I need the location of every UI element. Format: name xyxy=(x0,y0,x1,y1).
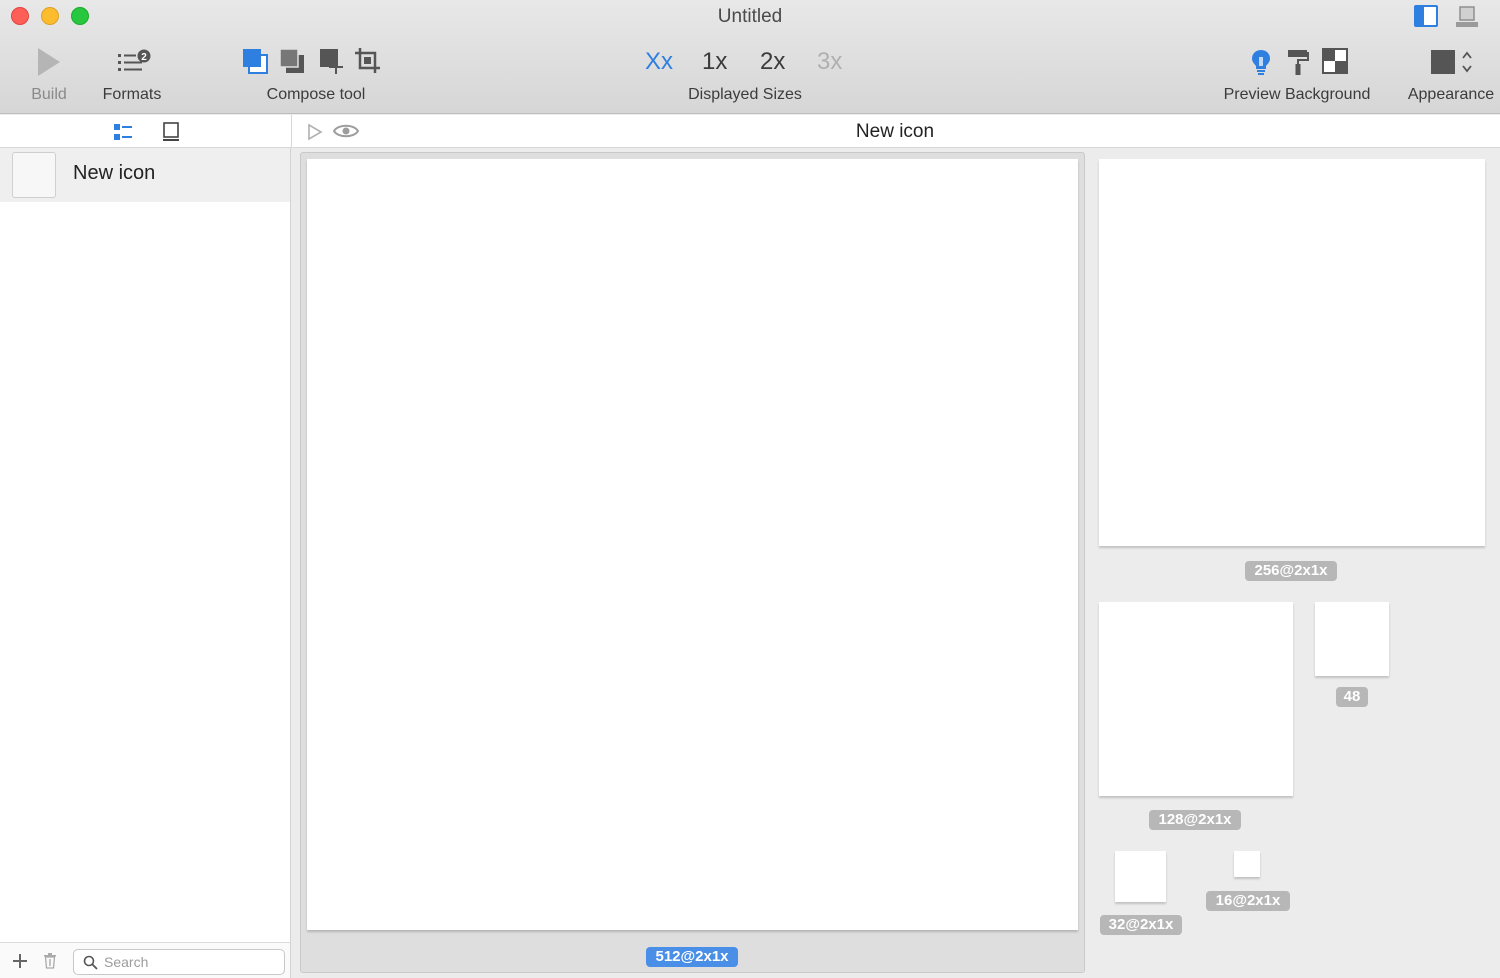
compose-front-icon[interactable] xyxy=(241,47,269,75)
lightbulb-icon[interactable] xyxy=(1250,48,1272,76)
secondary-bar: New icon xyxy=(0,115,1500,148)
play-preview-icon[interactable] xyxy=(307,123,323,141)
sidebar-divider xyxy=(291,115,292,148)
search-icon xyxy=(83,955,98,970)
trash-icon[interactable] xyxy=(42,952,58,970)
single-view-icon[interactable] xyxy=(161,121,181,143)
document-title: New icon xyxy=(855,121,935,142)
compose-tool-label: Compose tool xyxy=(266,86,366,103)
sidebar-footer xyxy=(0,942,290,978)
search-input[interactable] xyxy=(104,953,279,971)
icon-tile-32[interactable] xyxy=(1115,851,1166,902)
eye-icon[interactable] xyxy=(333,122,359,140)
list-view-icon[interactable] xyxy=(113,122,133,142)
size-label-256[interactable]: 256@2x1x xyxy=(1245,561,1337,581)
toggle-inspector-icon[interactable] xyxy=(1455,6,1479,28)
toggle-sidebar-icon[interactable] xyxy=(1414,5,1438,27)
size-2x-button[interactable]: 2x xyxy=(760,48,785,76)
icon-thumbnail xyxy=(12,152,56,198)
size-xx-button[interactable]: Xx xyxy=(645,48,673,76)
canvas: 512@2x1x 256@2x1x 128@2x1x 48 32@2x1x 16… xyxy=(292,148,1500,978)
displayed-sizes-label: Displayed Sizes xyxy=(688,86,802,103)
toolbar: Untitled Build 2 Formats Compose tool Xx… xyxy=(0,0,1500,114)
size-label-512[interactable]: 512@2x1x xyxy=(646,947,738,967)
size-label-128[interactable]: 128@2x1x xyxy=(1149,810,1241,830)
paint-roller-icon[interactable] xyxy=(1286,48,1310,76)
compose-back-icon[interactable] xyxy=(278,47,306,75)
size-1x-button[interactable]: 1x xyxy=(702,48,727,76)
size-3x-button[interactable]: 3x xyxy=(817,48,842,76)
compose-add-icon[interactable] xyxy=(318,47,346,75)
appearance-swatch-icon xyxy=(1431,50,1472,74)
size-label-16[interactable]: 16@2x1x xyxy=(1206,891,1290,911)
size-label-32[interactable]: 32@2x1x xyxy=(1100,915,1182,935)
icon-tile-512[interactable] xyxy=(307,159,1078,930)
list-item[interactable]: New icon xyxy=(0,148,290,202)
play-icon xyxy=(38,48,60,76)
build-label: Build xyxy=(31,86,67,103)
size-label-48[interactable]: 48 xyxy=(1336,687,1368,707)
formats-badge: 2 xyxy=(141,52,147,63)
list-icon: 2 xyxy=(118,49,151,71)
formats-label: Formats xyxy=(102,86,162,103)
checkerboard-icon[interactable] xyxy=(1322,48,1348,74)
sidebar: New icon xyxy=(0,148,291,978)
list-item-name: New icon xyxy=(73,162,156,184)
icon-tile-48[interactable] xyxy=(1315,602,1389,676)
icon-tile-128[interactable] xyxy=(1099,602,1293,796)
appearance-label: Appearance xyxy=(1407,86,1495,103)
compose-crop-icon[interactable] xyxy=(354,47,382,75)
icon-tile-16[interactable] xyxy=(1234,851,1260,877)
icon-tile-256[interactable] xyxy=(1099,159,1485,546)
preview-background-label: Preview Background xyxy=(1223,86,1371,103)
window-title: Untitled xyxy=(717,6,783,27)
search-field[interactable] xyxy=(73,949,285,975)
add-icon[interactable] xyxy=(12,953,28,969)
